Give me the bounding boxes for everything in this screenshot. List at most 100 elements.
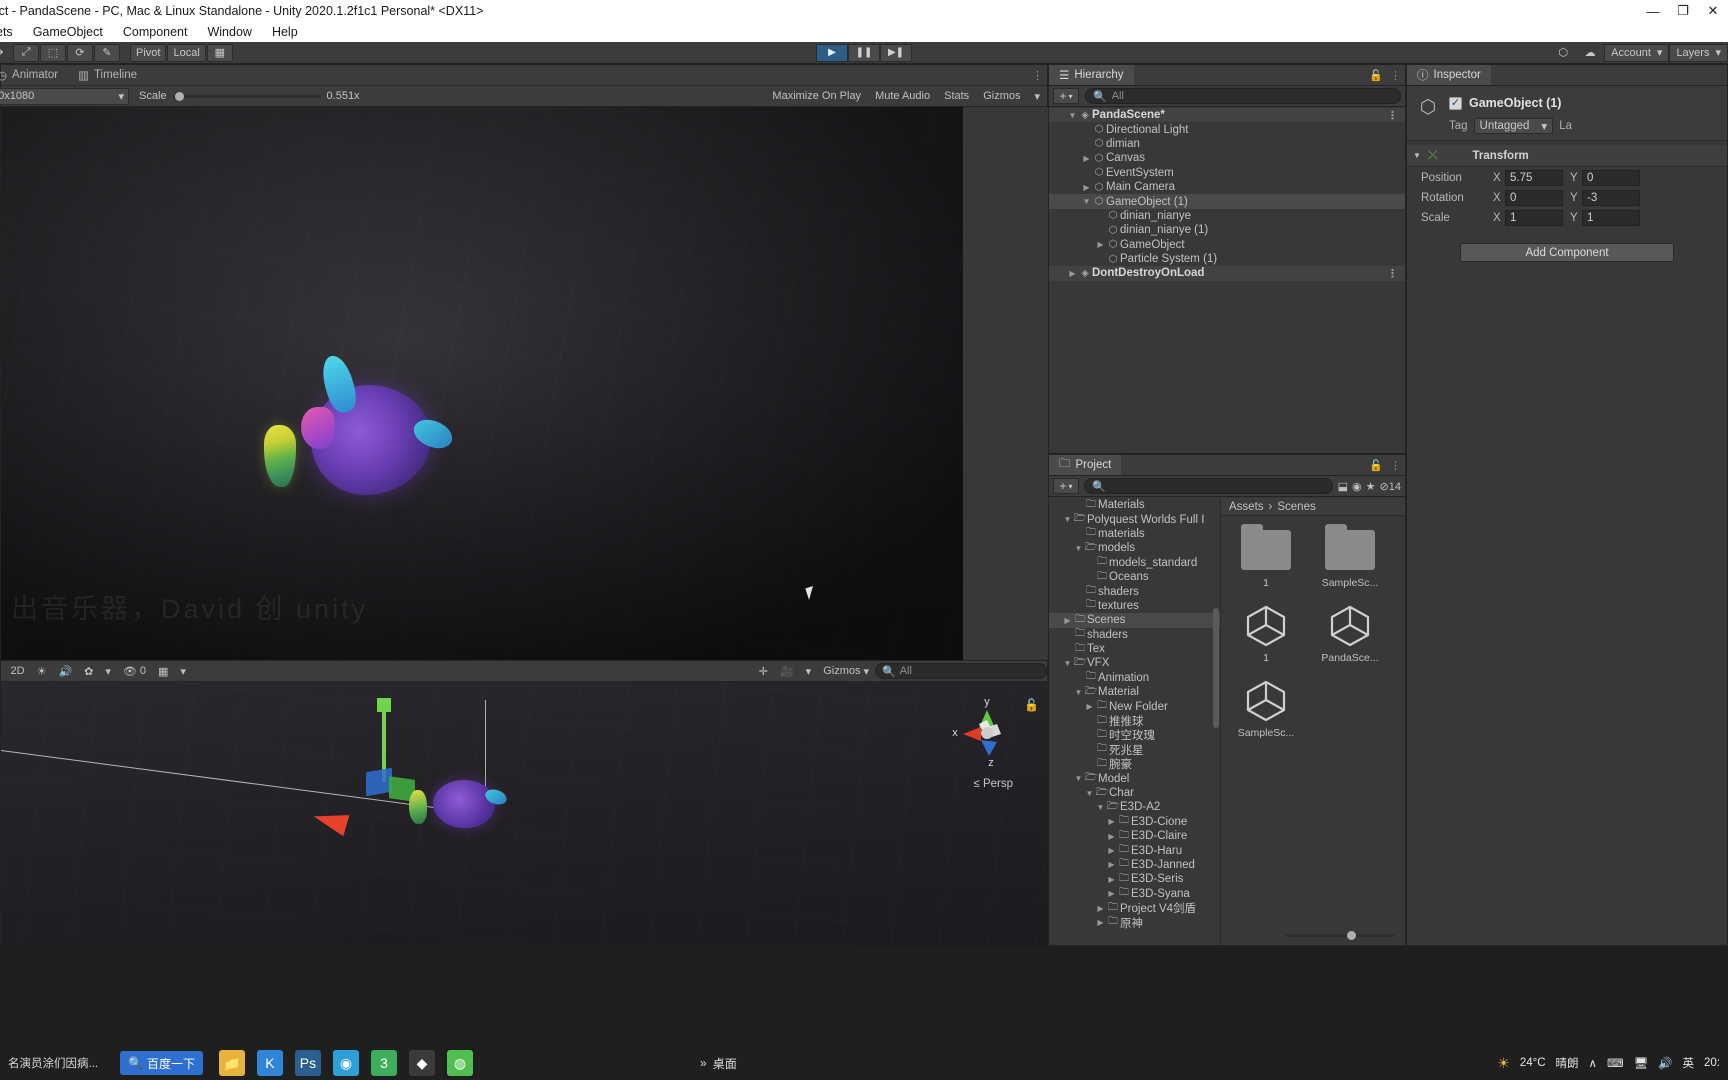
tab-hierarchy[interactable]: ☰ Hierarchy: [1049, 65, 1134, 85]
maximize-on-play-toggle[interactable]: Maximize On Play: [765, 86, 868, 107]
hierarchy-row[interactable]: ▶ ⬡ Canvas: [1049, 151, 1405, 165]
pause-button[interactable]: ❚❚: [848, 43, 880, 62]
project-tree-row[interactable]: ▶ 🗀 E3D-Syana: [1049, 887, 1220, 901]
project-tree-row[interactable]: ▼ 🗁 Model: [1049, 771, 1220, 785]
foldout-closed-icon[interactable]: ▶: [1106, 875, 1117, 884]
wechat-icon[interactable]: ◍: [446, 1050, 473, 1076]
minimize-button[interactable]: —: [1638, 0, 1668, 22]
hierarchy-row[interactable]: ▶ ⬡ Main Camera: [1049, 180, 1405, 194]
foldout-closed-icon[interactable]: ▶: [1106, 860, 1117, 869]
rotation-x-input[interactable]: 0: [1505, 190, 1563, 206]
project-tree-row[interactable]: ·🗀推推球: [1049, 714, 1220, 729]
filter-type-icon[interactable]: ⬓: [1338, 480, 1348, 493]
gizmos-dropdown[interactable]: Gizmos: [976, 86, 1027, 107]
hierarchy-row[interactable]: ▶ ◈ DontDestroyOnLoad ⋮: [1049, 266, 1405, 281]
ime-label[interactable]: 英: [1683, 1055, 1695, 1071]
scene-audio-icon[interactable]: 🔊: [52, 661, 78, 682]
project-tree-row[interactable]: ·🗀时空玫瑰: [1049, 728, 1220, 743]
asset-grid[interactable]: 1 SampleSc... 1 PandaSce... SampleSc...: [1221, 516, 1405, 739]
project-tree-row[interactable]: ·🗀models_standard: [1049, 556, 1220, 570]
tray-expand-icon[interactable]: ∧: [1589, 1056, 1597, 1070]
foldout-closed-icon[interactable]: ▶: [1095, 918, 1106, 927]
menu-item-window[interactable]: Window: [197, 22, 261, 42]
taskbar-desktop-button[interactable]: » 桌面: [700, 1055, 737, 1072]
add-component-button[interactable]: Add Component: [1460, 243, 1674, 262]
hierarchy-row[interactable]: ·⬡dimian: [1049, 137, 1405, 151]
scene-orientation-gizmo[interactable]: y x z: [949, 694, 1027, 772]
foldout-closed-icon[interactable]: ▶: [1095, 240, 1106, 249]
project-tree-row[interactable]: ·🗀Animation: [1049, 671, 1220, 685]
project-tree-row[interactable]: ▶ 🗀 E3D-Seris: [1049, 872, 1220, 886]
keyboard-icon[interactable]: ⌨: [1607, 1056, 1624, 1070]
foldout-closed-icon[interactable]: ▶: [1067, 269, 1078, 278]
tab-timeline[interactable]: ▥ Timeline: [68, 65, 147, 86]
tab-inspector[interactable]: ⓘ Inspector: [1407, 65, 1491, 85]
project-search-input[interactable]: 🔍: [1084, 478, 1333, 494]
custom-tool-icon[interactable]: ✎: [94, 43, 120, 62]
project-tree-row[interactable]: ▶ 🗀 E3D-Janned: [1049, 858, 1220, 872]
scale-x-input[interactable]: 1: [1505, 210, 1563, 226]
hierarchy-row[interactable]: ·⬡Particle System (1): [1049, 252, 1405, 266]
gameobject-enabled-checkbox[interactable]: ✓: [1449, 96, 1462, 110]
move-tool-icon[interactable]: ⤢: [13, 43, 39, 62]
hand-tool-icon[interactable]: ✥: [0, 43, 12, 62]
row-kebab-menu-icon[interactable]: ⋮: [1387, 267, 1399, 280]
foldout-open-icon[interactable]: ▼: [1095, 803, 1106, 812]
kebab-menu-icon[interactable]: ⋮: [1032, 69, 1043, 82]
display-icon[interactable]: 🖥: [1634, 1056, 1649, 1070]
foldout-open-icon[interactable]: ▼: [1067, 111, 1078, 120]
tab-animator[interactable]: ◷ Animator: [0, 65, 68, 86]
lock-icon[interactable]: 🔓: [1369, 459, 1383, 472]
file-explorer-icon[interactable]: 📁: [218, 1050, 245, 1076]
project-tree-row[interactable]: ▼ 🗁 E3D-A2: [1049, 800, 1220, 814]
account-button[interactable]: Account ▾: [1604, 43, 1670, 62]
stats-toggle[interactable]: Stats: [937, 86, 976, 107]
scale-slider[interactable]: [172, 91, 321, 101]
scene-projection-label[interactable]: ≤ Persp: [973, 778, 1013, 790]
volume-icon[interactable]: 🔊: [1658, 1056, 1672, 1070]
scene-grid-icon[interactable]: ▦: [152, 661, 174, 682]
foldout-open-icon[interactable]: ▼: [1084, 789, 1095, 798]
project-tree-row[interactable]: ▼ 🗁 models: [1049, 541, 1220, 555]
project-tree-row[interactable]: ·🗀materials: [1049, 527, 1220, 541]
play-button[interactable]: ▶: [816, 43, 848, 62]
project-tree-row[interactable]: ▶ 🗀 Project V4剑盾: [1049, 901, 1220, 916]
menu-item-gameobject[interactable]: GameObject: [23, 22, 113, 42]
unity-icon[interactable]: ◆: [408, 1050, 435, 1076]
scene-gizmos-dropdown[interactable]: Gizmos ▾: [817, 661, 875, 682]
maximize-button[interactable]: ❐: [1668, 0, 1698, 22]
rotation-y-input[interactable]: -3: [1582, 190, 1640, 206]
resolution-dropdown[interactable]: 20x1080 ▾: [0, 87, 129, 105]
lock-icon[interactable]: 🔓: [1369, 69, 1383, 82]
scene-viewport[interactable]: y x z ≤ Persp 🔓: [1, 682, 1049, 946]
filter-label-icon[interactable]: ◉: [1352, 480, 1362, 493]
collab-icon[interactable]: ⬡: [1550, 43, 1577, 62]
filter-favorite-icon[interactable]: ★: [1366, 480, 1376, 493]
project-tree-row[interactable]: ·🗀Oceans: [1049, 570, 1220, 584]
asset-item[interactable]: 1: [1235, 524, 1297, 589]
mute-audio-toggle[interactable]: Mute Audio: [868, 86, 937, 107]
hierarchy-add-button[interactable]: + ▾: [1053, 88, 1079, 104]
foldout-open-icon[interactable]: ▼: [1073, 774, 1084, 783]
menu-item-component[interactable]: Component: [113, 22, 198, 42]
foldout-closed-icon[interactable]: ▶: [1084, 702, 1095, 711]
foldout-open-icon[interactable]: ▼: [1073, 688, 1084, 697]
fx-chevron-down-icon[interactable]: ▾: [99, 661, 117, 682]
hierarchy-row[interactable]: ·⬡dinian_nianye (1): [1049, 223, 1405, 237]
foldout-open-icon[interactable]: ▼: [1073, 544, 1084, 553]
kebab-menu-icon[interactable]: ⋮: [1390, 69, 1401, 82]
gameobject-name-field[interactable]: GameObject (1): [1469, 96, 1561, 110]
foldout-open-icon[interactable]: ▼: [1081, 197, 1092, 206]
menu-item-help[interactable]: Help: [262, 22, 308, 42]
project-tree-row[interactable]: ·🗀腕豪: [1049, 757, 1220, 772]
scene-tools-icon[interactable]: ✛: [753, 661, 774, 682]
project-tree-row[interactable]: ▶ 🗀 New Folder: [1049, 699, 1220, 713]
foldout-closed-icon[interactable]: ▶: [1106, 817, 1117, 826]
asset-item[interactable]: PandaSce...: [1319, 603, 1381, 664]
project-add-button[interactable]: + ▾: [1053, 478, 1079, 494]
asset-item[interactable]: SampleSc...: [1319, 524, 1381, 589]
unity-hub-icon[interactable]: 3: [370, 1050, 397, 1076]
foldout-closed-icon[interactable]: ▶: [1081, 183, 1092, 192]
project-tree-row[interactable]: ▶ 🗀 E3D-Claire: [1049, 829, 1220, 843]
project-tree-row[interactable]: ▼ 🗁 Material: [1049, 685, 1220, 699]
